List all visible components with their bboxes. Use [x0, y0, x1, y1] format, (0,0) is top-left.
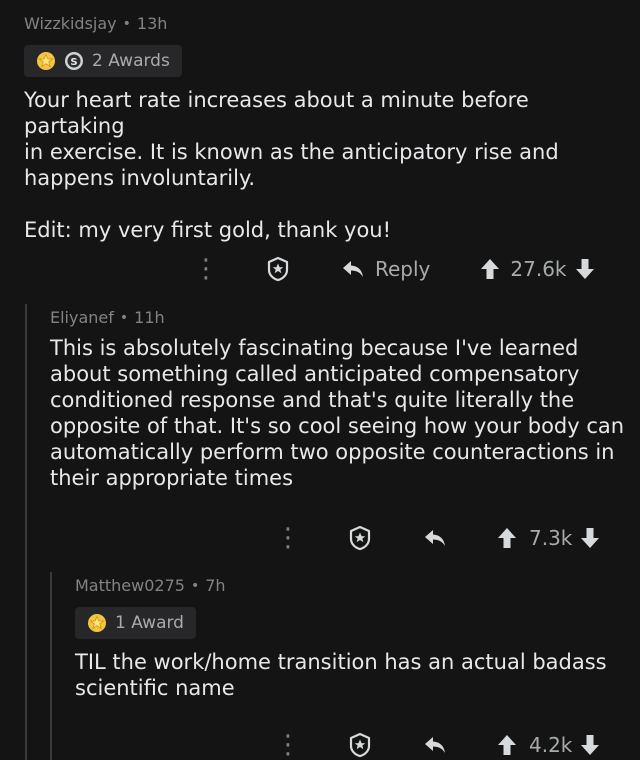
reply-arrow-icon — [343, 261, 363, 277]
comment-meta: Eliyanef • 11h — [50, 308, 630, 327]
body-line: This is absolutely fascinating because I… — [50, 336, 579, 360]
award-icon — [349, 732, 371, 758]
comment-body: This is absolutely fascinating because I… — [50, 335, 630, 491]
comment-time: 11h — [134, 308, 165, 327]
body-line: TIL the work/home transition has an actu… — [75, 650, 607, 674]
comment-time: 13h — [136, 14, 168, 33]
body-line: conditioned response and that's quite li… — [50, 388, 575, 412]
awards-count: 1 Award — [115, 613, 184, 633]
author-name[interactable]: Wizzkidsjay — [24, 14, 117, 33]
comment-1-actions: ⋮ Reply 27.6k — [193, 256, 618, 282]
reply-button[interactable] — [423, 528, 447, 548]
give-award-button[interactable] — [265, 256, 291, 282]
body-line: their appropriate times — [50, 466, 294, 490]
reply-label: Reply — [375, 257, 431, 281]
reply-arrow-icon — [425, 530, 445, 546]
comment-body: TIL the work/home transition has an actu… — [75, 649, 625, 701]
give-award-button[interactable] — [347, 525, 373, 551]
upvote-button[interactable] — [480, 258, 500, 280]
more-options-icon[interactable]: ⋮ — [193, 256, 219, 282]
reply-arrow-icon — [425, 737, 445, 753]
awards-badge[interactable]: 1 Award — [75, 607, 196, 639]
comment-2: Eliyanef • 11h This is absolutely fascin… — [50, 308, 630, 491]
comment-3: Matthew0275 • 7h 1 Award TIL the work/ho… — [75, 576, 625, 701]
downvote-button[interactable] — [580, 527, 600, 549]
comment-meta: Matthew0275 • 7h — [75, 576, 625, 595]
body-line: automatically perform two opposite count… — [50, 440, 615, 464]
thread-line[interactable] — [50, 572, 52, 760]
vote-score: 4.2k — [529, 733, 573, 757]
author-name[interactable]: Matthew0275 — [75, 576, 185, 595]
award-icon — [267, 256, 289, 282]
vote-score: 7.3k — [529, 526, 573, 550]
downvote-arrow-icon — [581, 528, 600, 548]
comment-2-actions: ⋮ 7.3k — [275, 525, 620, 551]
upvote-arrow-icon — [498, 528, 516, 548]
award-icon — [349, 525, 371, 551]
comment-1: Wizzkidsjay • 13h S 2 Awards Your heart … — [24, 14, 624, 243]
downvote-button[interactable] — [580, 734, 600, 756]
give-award-button[interactable] — [347, 732, 373, 758]
body-line: opposite of that. It's so cool seeing ho… — [50, 414, 625, 438]
upvote-arrow-icon — [481, 259, 500, 279]
body-line: Your heart rate increases about a minute… — [24, 88, 529, 138]
comment-body: Your heart rate increases about a minute… — [24, 87, 624, 243]
reply-button[interactable] — [423, 735, 447, 755]
vote-score: 27.6k — [510, 257, 567, 281]
meta-separator: • — [122, 15, 131, 32]
body-edit-line: Edit: my very first gold, thank you! — [24, 218, 392, 242]
comment-3-actions: ⋮ 4.2k — [275, 732, 620, 758]
gold-award-icon — [87, 613, 107, 633]
upvote-arrow-icon — [498, 735, 516, 755]
downvote-arrow-icon — [575, 259, 594, 279]
awards-badge[interactable]: S 2 Awards — [24, 45, 182, 77]
body-line: scientific name — [75, 676, 235, 700]
more-options-icon[interactable]: ⋮ — [275, 732, 301, 758]
upvote-button[interactable] — [497, 527, 517, 549]
upvote-button[interactable] — [497, 734, 517, 756]
downvote-arrow-icon — [581, 735, 600, 755]
body-line: about something called anticipated compe… — [50, 362, 580, 386]
more-options-icon[interactable]: ⋮ — [275, 525, 301, 551]
reply-button[interactable]: Reply — [341, 257, 430, 281]
body-line: happens involuntarily. — [24, 166, 256, 190]
comment-meta: Wizzkidsjay • 13h — [24, 14, 624, 33]
meta-separator: • — [190, 577, 200, 594]
gold-award-icon — [36, 51, 56, 71]
downvote-button[interactable] — [575, 258, 595, 280]
silver-award-icon: S — [64, 51, 84, 71]
meta-separator: • — [119, 309, 129, 326]
author-name[interactable]: Eliyanef — [50, 308, 114, 327]
awards-count: 2 Awards — [92, 51, 170, 71]
body-line: in exercise. It is known as the anticipa… — [24, 140, 559, 164]
svg-text:S: S — [70, 57, 77, 68]
thread-line[interactable] — [25, 304, 27, 760]
comment-time: 7h — [205, 576, 226, 595]
